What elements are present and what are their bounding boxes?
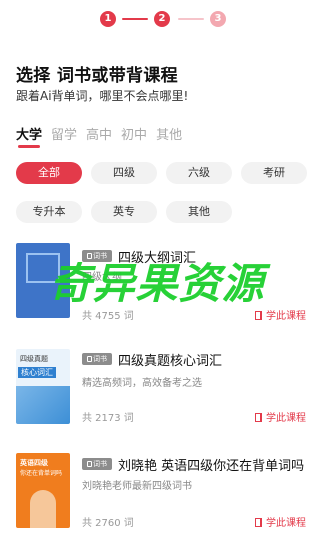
wordbook-badge: 词书 xyxy=(82,353,112,365)
page-subtitle: 跟着Ai背单词，哪里不会点哪里! xyxy=(16,89,189,103)
badge-label: 词书 xyxy=(93,460,107,468)
level-tabs: 大学 留学 高中 初中 其他 xyxy=(16,124,182,143)
book-title: 四级真题核心词汇 xyxy=(118,354,223,369)
page-title: 选择 词书或带背课程 xyxy=(16,66,178,86)
tab-other[interactable]: 其他 xyxy=(156,124,182,143)
tab-study-abroad[interactable]: 留学 xyxy=(51,124,77,143)
learn-course-label: 学此课程 xyxy=(266,413,306,424)
book-card[interactable]: 英语四级 你还在背单词吗 词书 刘晓艳 英语四级你还在背单词吗 刘晓艳老师最新四… xyxy=(0,453,314,553)
step-2: 2 xyxy=(154,11,170,27)
flag-icon xyxy=(255,413,262,422)
tab-middle-school[interactable]: 初中 xyxy=(121,124,147,143)
word-count: 共 2173 词 xyxy=(82,413,134,424)
step-1: 1 xyxy=(100,11,116,27)
filter-postgraduate[interactable]: 考研 xyxy=(241,162,307,184)
cover-title-line: 四级真题 xyxy=(20,355,48,363)
book-cover: 四级真题 核心词汇 xyxy=(16,349,70,424)
filter-other[interactable]: 其他 xyxy=(166,201,232,223)
active-tab-indicator xyxy=(18,145,40,148)
watermark: 奇异果资源 xyxy=(49,259,265,308)
tab-high-school[interactable]: 高中 xyxy=(86,124,112,143)
filter-cet6[interactable]: 六级 xyxy=(166,162,232,184)
badge-label: 词书 xyxy=(93,355,107,363)
book-icon xyxy=(87,356,92,362)
filter-cet4[interactable]: 四级 xyxy=(91,162,157,184)
cover-author-photo xyxy=(30,490,56,528)
learn-course-button[interactable]: 学此课程 xyxy=(255,409,306,424)
book-icon xyxy=(87,461,92,467)
learn-course-label: 学此课程 xyxy=(266,311,306,322)
learn-course-button[interactable]: 学此课程 xyxy=(255,514,306,529)
flag-icon xyxy=(255,518,262,527)
word-count: 共 2760 词 xyxy=(82,518,134,529)
wordbook-badge: 词书 xyxy=(82,458,112,470)
book-title: 刘晓艳 英语四级你还在背单词吗 xyxy=(118,459,305,474)
step-connector xyxy=(178,18,204,20)
cover-pattern xyxy=(16,386,70,424)
learn-course-label: 学此课程 xyxy=(266,518,306,529)
book-card[interactable]: 四级真题 核心词汇 词书 四级真题核心词汇 精选高频词，高效备考之选 共 217… xyxy=(0,349,314,449)
progress-stepper: 1 2 3 xyxy=(0,10,314,28)
filter-all[interactable]: 全部 xyxy=(16,162,82,184)
cover-title-line: 你还在背单词吗 xyxy=(20,470,63,477)
cover-title-line: 核心词汇 xyxy=(18,367,56,378)
book-description: 精选高频词，高效备考之选 xyxy=(82,378,202,389)
filter-english-major[interactable]: 英专 xyxy=(91,201,157,223)
step-3: 3 xyxy=(210,11,226,27)
step-connector xyxy=(122,18,148,20)
flag-icon xyxy=(255,311,262,320)
filter-upgrade[interactable]: 专升本 xyxy=(16,201,82,223)
tab-college[interactable]: 大学 xyxy=(16,124,42,143)
book-description: 刘晓艳老师最新四级词书 xyxy=(82,481,192,492)
book-cover: 英语四级 你还在背单词吗 xyxy=(16,453,70,528)
cover-title-line: 英语四级 xyxy=(20,459,48,467)
